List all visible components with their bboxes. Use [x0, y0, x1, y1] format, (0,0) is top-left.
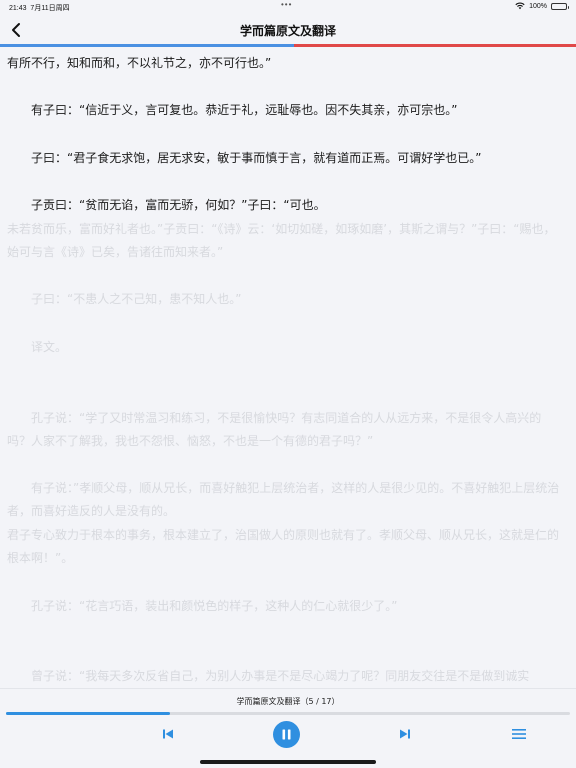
paragraph-8: 孔子说：“学了又时常温习和练习，不是很愉快吗？有志同道合的人从远方来，不是很令人…: [7, 411, 542, 448]
audio-player: 学而篇原文及翻译（5 / 17）: [0, 688, 576, 768]
paragraph-3: 子曰：“君子食无求饱，居无求安，敏于事而慎于言，就有道而正焉。可谓好学也已。”: [7, 151, 482, 165]
paragraph-12: 曾子说：“我每天多次反省自己，为别人办事是不是尽心竭力了呢？同朋友交往是不是做到…: [7, 669, 530, 683]
paragraph-4: 子贡曰：“贫而无谄，富而无骄，何如？”子曰：“可也。: [7, 198, 326, 212]
page-title: 学而篇原文及翻译: [239, 24, 336, 38]
player-track-counter: （5 / 17）: [300, 697, 340, 706]
status-time: 21:43 7月11日周四: [9, 5, 70, 12]
paragraph-5: 未若贫而乐，富而好礼者也。”子贡曰：“《诗》云：‘如切如磋，如琢如磨’，其斯之谓…: [7, 222, 556, 259]
battery-icon: [551, 2, 569, 10]
skip-next-icon[interactable]: [397, 726, 413, 742]
menu-icon[interactable]: [510, 726, 528, 742]
paragraph-2: 有子曰：“信近于义，言可复也。恭近于礼，远耻辱也。因不失其亲，亦可宗也。”: [7, 103, 458, 117]
player-track-title: 学而篇原文及翻译: [236, 697, 301, 706]
pause-button[interactable]: [273, 721, 300, 748]
home-indicator[interactable]: [200, 760, 376, 764]
battery-percent: 100%: [529, 2, 547, 10]
pause-icon: [282, 729, 291, 740]
wifi-icon: [515, 2, 525, 10]
player-title: 学而篇原文及翻译（5 / 17）: [0, 696, 576, 707]
paragraph-6: 子曰：“不患人之不己知，患不知人也。”: [7, 292, 242, 306]
reading-progress-fill: [0, 44, 294, 47]
reading-progress-bar: [0, 44, 576, 47]
paragraph-11: 孔子说：“花言巧语，装出和颜悦色的样子，这种人的仁心就很少了。”: [7, 599, 398, 613]
status-bar: 21:43 7月11日周四 ••• 100%: [0, 0, 576, 14]
paragraph-7: 译文。: [7, 340, 68, 354]
nav-bar: 学而篇原文及翻译: [0, 14, 576, 46]
paragraph-10: 君子专心致力于根本的事务，根本建立了，治国做人的原则也就有了。孝顺父母、顺从兄长…: [7, 528, 560, 565]
paragraph-1: 有所不行，知和而和，不以礼节之，亦不可行也。”: [7, 56, 272, 70]
playback-progress-fill: [6, 712, 170, 715]
playback-progress-track[interactable]: [6, 712, 570, 715]
paragraph-9: 有子说：”孝顺父母，顺从兄长，而喜好触犯上层统治者，这样的人是很少见的。不喜好触…: [7, 481, 560, 518]
multitasking-dots-icon[interactable]: •••: [281, 0, 292, 9]
status-right: 100%: [515, 2, 569, 10]
status-date: 7月11日周四: [30, 5, 70, 12]
skip-previous-icon[interactable]: [160, 726, 176, 742]
